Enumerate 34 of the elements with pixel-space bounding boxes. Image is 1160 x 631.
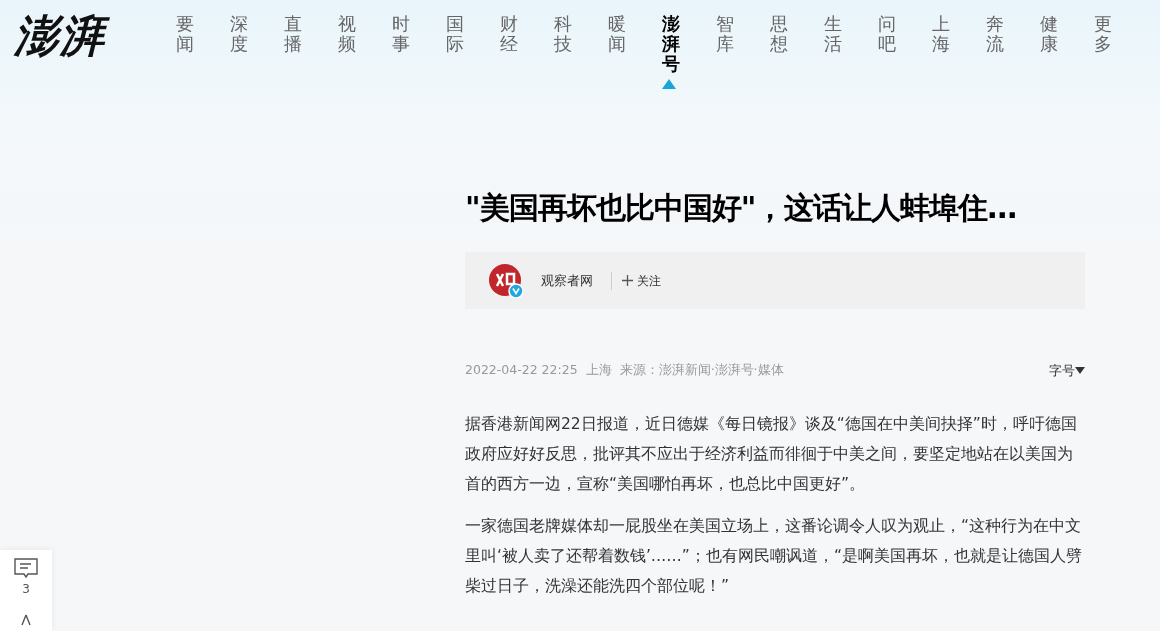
- active-indicator-icon: [662, 79, 676, 90]
- like-icon[interactable]: [19, 614, 33, 626]
- nav-tab[interactable]: 澎湃号: [662, 0, 716, 90]
- nav-tab[interactable]: 生活: [824, 0, 878, 90]
- nav-tab[interactable]: 时事: [392, 0, 446, 90]
- nav-tab[interactable]: 深度: [230, 0, 284, 90]
- paragraph: 据香港新闻网22日报道，近日德媒《每日镜报》谈及“德国在中美间抉择”时，呼吁德国政府应好好反思，批评其不应出于经济利益而徘徊于中美之间，要坚定地站在以美国为首的西方一边，宣称“美国哪怕再坏，也总比中国更好”。: [465, 413, 1078, 495]
- nav-tab[interactable]: 视频: [338, 0, 392, 90]
- nav-tab[interactable]: 直播: [284, 0, 338, 90]
- nav-tab[interactable]: 财经: [500, 0, 554, 90]
- location-text: 上海: [585, 361, 612, 380]
- nav-tab[interactable]: 科技: [554, 0, 608, 90]
- nav-tab[interactable]: 更多: [1094, 0, 1148, 90]
- nav-tab[interactable]: 奔流: [986, 0, 1040, 90]
- font-size-button[interactable]: 字号: [1049, 361, 1085, 381]
- nav-tab[interactable]: 暖闻: [608, 0, 662, 90]
- paragraph: 一家德国老牌媒体却一屁股坐在美国立场上，这番论调令人叹为观止，“这种行为在中文里叫‘被人卖了还帮着数钱’……”；也有网民嘲讽道，“是啊美国再坏，也就是让德国人劈柴过日子，洗澡还能洗四个部位呢！”: [465, 515, 1083, 597]
- avatar-icon[interactable]: [489, 263, 523, 298]
- comment-count: 3: [22, 581, 30, 598]
- author-name[interactable]: 观察者网: [541, 270, 593, 291]
- comment-icon[interactable]: [14, 558, 38, 580]
- follow-button[interactable]: 关注: [611, 271, 661, 290]
- nav-tab[interactable]: 要闻: [176, 0, 230, 90]
- nav-tab[interactable]: 思想: [770, 0, 824, 90]
- source-text: 来源：澎湃新闻·澎湃号·媒体: [619, 361, 784, 380]
- caret-icon: [1075, 367, 1085, 375]
- nav-tab[interactable]: 国际: [446, 0, 500, 90]
- plus-icon: [622, 275, 633, 286]
- article-title: "美国再坏也比中国好"，这话让人蚌埠住…: [465, 190, 1018, 226]
- nav-tab[interactable]: 问吧: [878, 0, 932, 90]
- nav-tab[interactable]: 智库: [716, 0, 770, 90]
- nav-tab[interactable]: 上海: [932, 0, 986, 90]
- publish-time: 2022-04-22 22:25: [465, 361, 578, 380]
- nav-tab[interactable]: 健康: [1040, 0, 1094, 90]
